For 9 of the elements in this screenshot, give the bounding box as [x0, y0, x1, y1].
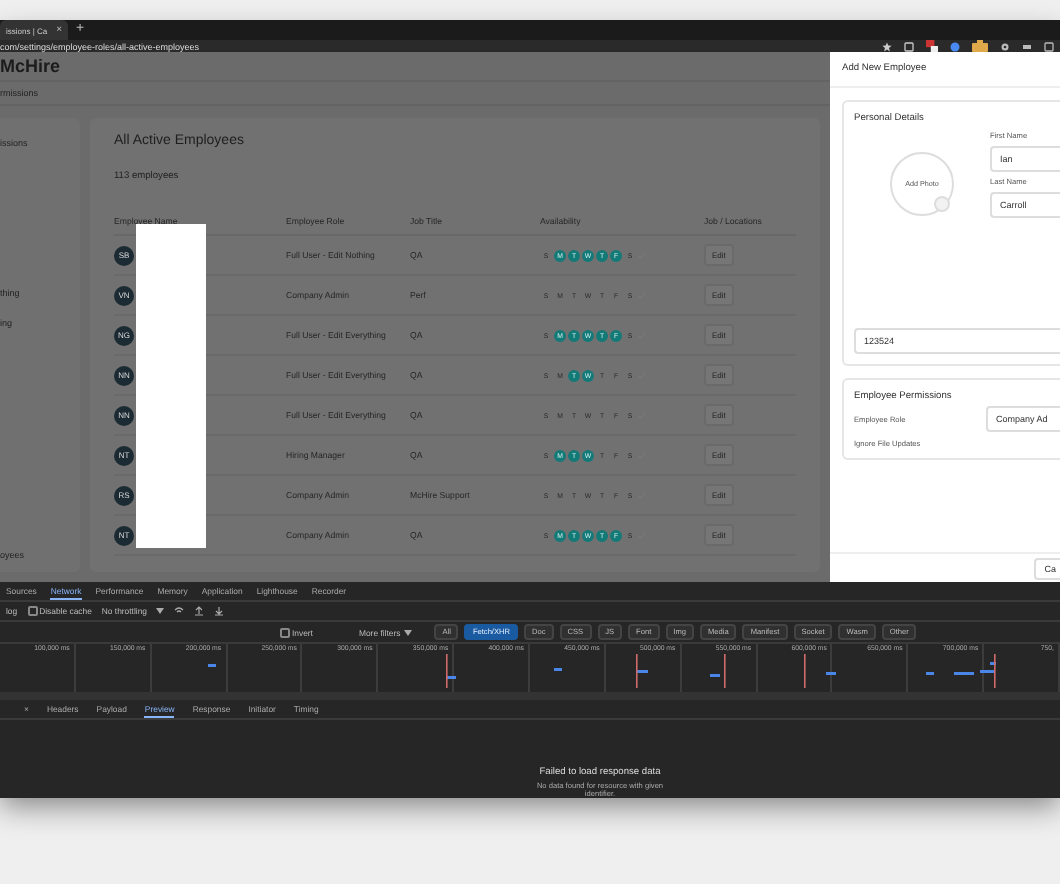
- star-icon[interactable]: [882, 41, 892, 51]
- gear-icon[interactable]: [1000, 41, 1010, 51]
- download-icon[interactable]: [214, 606, 225, 616]
- caret-icon: [156, 608, 165, 614]
- wifi-icon[interactable]: [174, 606, 185, 616]
- caret-icon: [404, 629, 413, 635]
- upload-icon[interactable]: [194, 606, 205, 616]
- panel-icon[interactable]: [1044, 41, 1054, 51]
- camera-badge: [934, 196, 950, 212]
